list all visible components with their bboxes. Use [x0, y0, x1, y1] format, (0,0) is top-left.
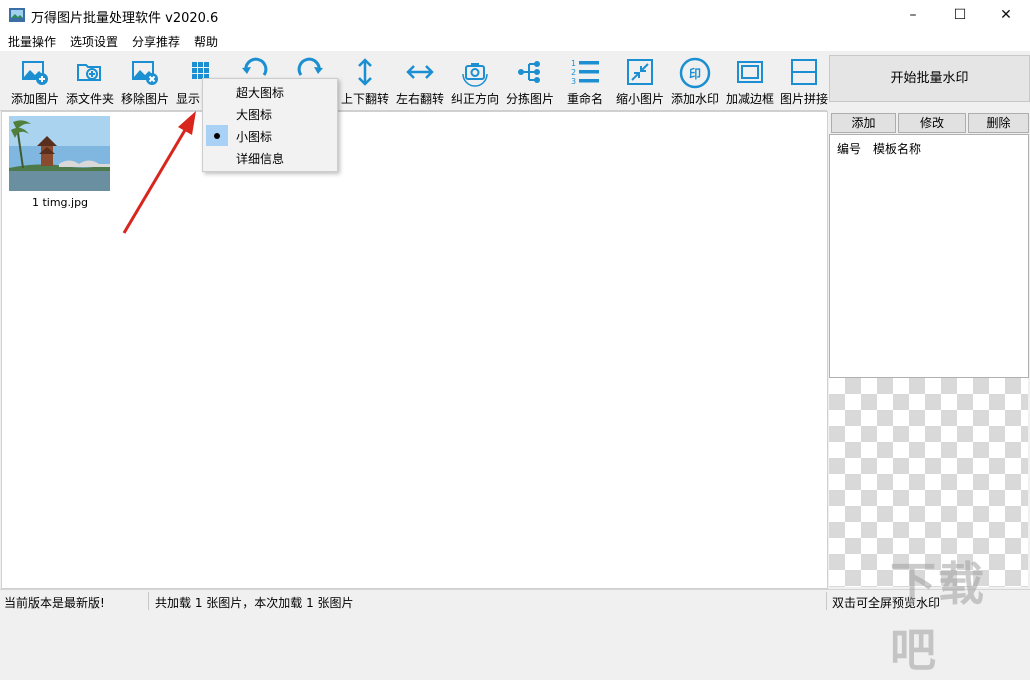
list-numbered-icon: 1 2 3 — [571, 59, 599, 86]
flip-horizontal-icon — [406, 65, 434, 79]
svg-text:2: 2 — [571, 68, 576, 77]
remove-image-button[interactable]: 移除图片 — [121, 54, 169, 108]
status-version: 当前版本是最新版! — [4, 596, 105, 610]
menu-option-large-icons[interactable]: 大图标 — [206, 103, 334, 124]
add-image-button[interactable]: 添加图片 — [11, 54, 59, 108]
status-divider — [148, 592, 149, 610]
add-watermark-button[interactable]: 印 添加水印 — [671, 54, 719, 108]
image-caption: 1 timg.jpg — [31, 196, 89, 209]
toolbar: 添加图片 添文件夹 移除图片 显示 上下翻转 左右翻转 纠正方向 分拣图片 1 … — [0, 52, 828, 111]
option-label: 小图标 — [236, 130, 273, 144]
border-button[interactable]: 加减边框 — [726, 54, 774, 108]
app-icon — [9, 8, 25, 22]
site-watermark-logo: 下载吧 — [890, 557, 986, 677]
sort-icon — [518, 61, 540, 83]
menu-bar: 批量操作 选项设置 分享推荐 帮助 — [0, 30, 1030, 51]
column-template-name[interactable]: 模板名称 — [873, 140, 921, 157]
column-id[interactable]: 编号 — [837, 140, 861, 157]
radio-dot-icon — [214, 133, 220, 139]
add-folder-button[interactable]: 添文件夹 — [66, 54, 114, 108]
annotation-arrow — [122, 111, 196, 234]
add-folder-icon — [77, 64, 101, 81]
selected-indicator — [206, 125, 228, 146]
option-label: 大图标 — [236, 108, 273, 122]
join-images-button[interactable]: 图片拼接 — [780, 54, 828, 108]
menu-option-extra-large-icons[interactable]: 超大图标 — [206, 81, 334, 102]
status-bar: 当前版本是最新版! 共加载 1 张图片，本次加载 1 张图片 双击可全屏预览水印 — [0, 589, 1030, 612]
menu-batch[interactable]: 批量操作 — [8, 33, 56, 50]
maximize-button[interactable]: ☐ — [937, 0, 983, 30]
svg-text:印: 印 — [689, 67, 701, 81]
display-mode-menu: 超大图标 大图标 小图标 详细信息 — [202, 78, 338, 172]
option-label: 超大图标 — [236, 86, 285, 100]
menu-help[interactable]: 帮助 — [194, 33, 218, 50]
minimize-button[interactable]: – — [890, 0, 936, 30]
join-icon — [791, 59, 817, 85]
svg-text:3: 3 — [571, 77, 576, 86]
menu-share[interactable]: 分享推荐 — [132, 33, 180, 50]
flip-horizontal-button[interactable]: 左右翻转 — [396, 54, 444, 108]
menu-options[interactable]: 选项设置 — [70, 33, 118, 50]
menu-option-small-icons[interactable]: 小图标 — [206, 125, 334, 146]
menu-option-details[interactable]: 详细信息 — [206, 147, 334, 168]
sort-images-button[interactable]: 分拣图片 — [506, 54, 554, 108]
window-title: 万得图片批量处理软件 v2020.6 — [31, 11, 219, 26]
shrink-icon — [627, 59, 653, 85]
image-thumbnail[interactable] — [9, 116, 110, 191]
option-label: 详细信息 — [236, 152, 285, 166]
start-batch-watermark-button[interactable]: 开始批量水印 — [829, 55, 1030, 102]
add-image-icon — [22, 61, 48, 85]
flip-vertical-icon — [358, 58, 372, 86]
close-button[interactable]: ✕ — [983, 0, 1029, 30]
remove-image-icon — [132, 61, 158, 85]
watermark-stamp-icon: 印 — [679, 57, 711, 89]
status-loaded: 共加载 1 张图片，本次加载 1 张图片 — [155, 596, 354, 610]
template-edit-button[interactable]: 修改 — [898, 113, 966, 133]
correct-orientation-button[interactable]: 纠正方向 — [451, 54, 499, 108]
rename-button[interactable]: 1 2 3 重命名 — [562, 54, 608, 108]
template-list[interactable]: 编号 模板名称 — [829, 134, 1029, 378]
title-bar: 万得图片批量处理软件 v2020.6 – ☐ ✕ — [0, 0, 1030, 30]
svg-text:1: 1 — [571, 59, 576, 68]
status-divider — [826, 592, 827, 610]
template-delete-button[interactable]: 删除 — [968, 113, 1029, 133]
template-add-button[interactable]: 添加 — [831, 113, 896, 133]
flip-vertical-button[interactable]: 上下翻转 — [341, 54, 389, 108]
border-icon — [737, 61, 763, 83]
camera-rotate-icon — [462, 63, 488, 87]
shrink-image-button[interactable]: 缩小图片 — [616, 54, 664, 108]
